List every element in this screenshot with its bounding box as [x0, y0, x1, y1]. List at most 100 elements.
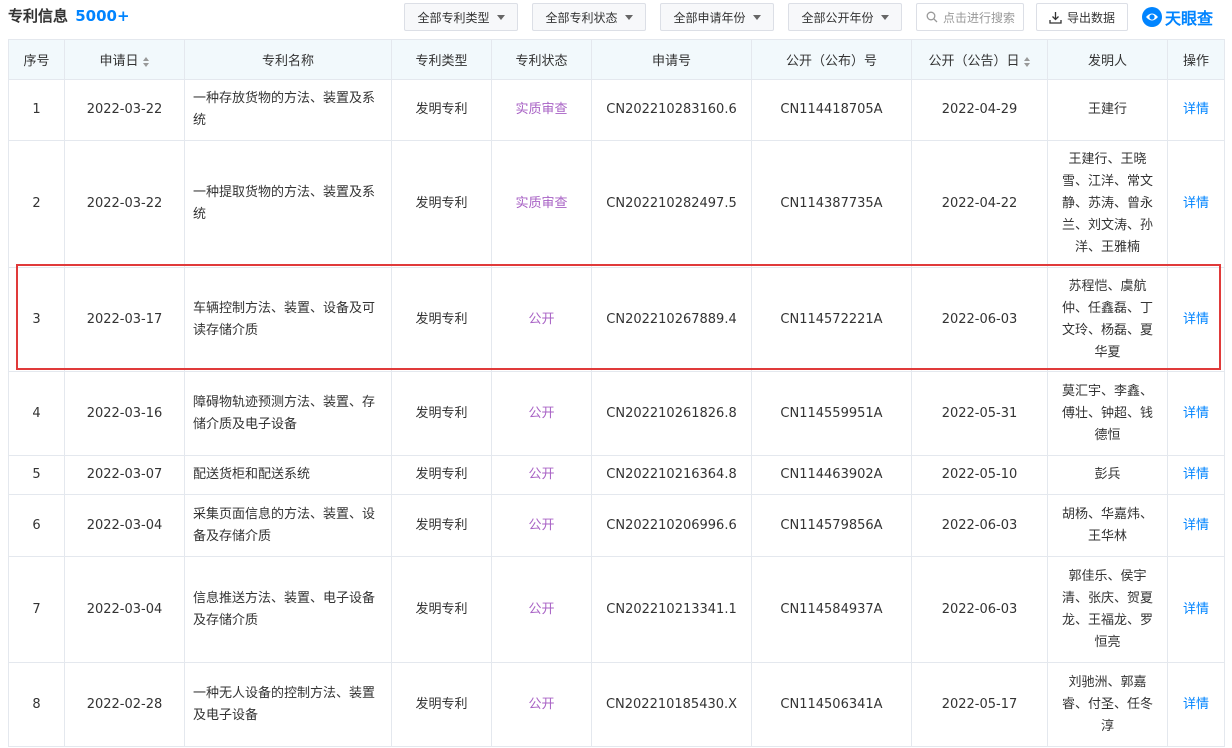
col-publication-date-header[interactable]: 公开（公告）日 — [911, 39, 1048, 80]
table-row: 4 2022-03-16 障碍物轨迹预测方法、装置、存储介质及电子设备 发明专利 公开 C… — [8, 371, 1225, 456]
apply-date-cell: 2022-03-04 — [64, 556, 185, 663]
filter-publish-year[interactable]: 全部公开年份 — [788, 3, 902, 31]
inventors: 王建行 — [1087, 102, 1127, 117]
row-index: 2 — [32, 196, 41, 211]
application-no: CN202210185430.X — [605, 696, 738, 712]
patent-type-cell: 发明专利 — [391, 371, 492, 456]
detail-link-cell: 详情 — [1167, 79, 1225, 141]
export-data-label: 导出数据 — [1066, 10, 1115, 25]
apply-date-cell: 2022-02-28 — [64, 662, 185, 747]
apply-date-cell: 2022-03-07 — [64, 455, 185, 495]
detail-link-cell: 详情 — [1167, 455, 1225, 495]
detail-link[interactable]: 详情 — [1183, 196, 1209, 211]
publication-date-cell: 2022-04-29 — [911, 79, 1048, 141]
table-row: 8 2022-02-28 一种无人设备的控制方法、装置及电子设备 发明专利 公开 CN20… — [8, 662, 1225, 747]
section-title: 专利信息 5000+ — [8, 5, 130, 26]
detail-link-cell: 详情 — [1167, 556, 1225, 663]
patent-name: 采集页面信息的方法、装置、设备及存储介质 — [193, 506, 376, 544]
apply-date: 2022-03-04 — [86, 601, 163, 617]
patent-table: 序号 申请日 专利名称 专利类型 专利状态 申请号 公开（公布）号 公开（公告）日 发明人 操作 … — [8, 39, 1225, 747]
row-index-cell: 5 — [8, 455, 65, 495]
patent-type-cell: 发明专利 — [391, 455, 492, 495]
detail-link[interactable]: 详情 — [1183, 406, 1209, 421]
patent-status: 公开 — [528, 405, 555, 421]
apply-date: 2022-03-07 — [86, 467, 163, 482]
publication-date: 2022-06-03 — [941, 517, 1018, 533]
publication-no: CN114559951A — [780, 405, 883, 421]
detail-link[interactable]: 详情 — [1183, 102, 1209, 117]
row-index: 8 — [32, 696, 41, 712]
publication-no: CN114506341A — [780, 696, 883, 712]
patent-name-cell: 一种存放货物的方法、装置及系统 — [184, 79, 392, 141]
table-body: 1 2022-03-22 一种存放货物的方法、装置及系统发明专利 实质审查 CN2022… — [8, 79, 1225, 747]
publication-date: 2022-06-03 — [941, 311, 1018, 327]
col-patent-type-header: 专利类型 — [391, 39, 492, 80]
patent-type: 发明专利 — [415, 601, 468, 617]
col-index-header: 序号 — [8, 39, 65, 80]
caret-down-icon — [752, 14, 761, 20]
table-row: 1 2022-03-22 一种存放货物的方法、装置及系统 发明专利 实质审查 CN2022… — [8, 79, 1225, 141]
detail-link[interactable]: 详情 — [1183, 697, 1209, 712]
sort-icon[interactable] — [1023, 56, 1031, 67]
patent-status-cell: 实质审查 — [491, 140, 592, 268]
table-row: 2 2022-03-22 一种提取货物的方法、装置及系统 发明专利 实质审查 CN2022… — [8, 140, 1225, 268]
filter-patent-status[interactable]: 全部专利状态 — [532, 3, 646, 31]
filter-patent-type[interactable]: 全部专利类型 — [404, 3, 518, 31]
publication-no-cell: CN114579856A — [751, 494, 912, 557]
apply-date-cell: 2022-03-04 — [64, 494, 185, 557]
patent-name-cell: 配送货柜和配送系统 — [184, 455, 392, 495]
patent-name: 一种存放货物的方法、装置及系统 — [193, 91, 376, 128]
inventors: 王建行、王晓雪、江洋、常文静、苏涛、曾永兰、刘文涛、孙洋、王雅楠 — [1061, 152, 1153, 255]
row-index-cell: 4 — [8, 371, 65, 456]
publication-date: 2022-05-31 — [941, 405, 1018, 421]
patent-status: 实质审查 — [515, 196, 568, 211]
col-index-label: 序号 — [23, 54, 50, 69]
row-index-cell: 2 — [8, 140, 65, 268]
publication-date-cell: 2022-05-31 — [911, 371, 1048, 456]
application-no-cell: CN202210216364.8 — [591, 455, 752, 495]
patent-type-cell: 发明专利 — [391, 494, 492, 557]
row-index-cell: 3 — [8, 267, 65, 372]
search-input[interactable]: 点击进行搜索 — [916, 3, 1024, 31]
row-index-cell: 6 — [8, 494, 65, 557]
row-index-cell: 1 — [8, 79, 65, 141]
patent-type: 发明专利 — [415, 196, 468, 211]
inventors-cell: 刘驰洲、郭嘉睿、付圣、任冬淳 — [1047, 662, 1168, 747]
eye-logo-icon — [1142, 7, 1162, 27]
inventors: 莫汇宇、李鑫、傅壮、钟超、钱德恒 — [1061, 383, 1153, 443]
apply-date-cell: 2022-03-22 — [64, 140, 185, 268]
detail-link[interactable]: 详情 — [1183, 312, 1209, 327]
patent-status: 公开 — [528, 467, 555, 482]
detail-link[interactable]: 详情 — [1183, 467, 1209, 482]
patent-status: 公开 — [528, 696, 555, 712]
filter-apply-year[interactable]: 全部申请年份 — [660, 3, 774, 31]
col-apply-date-header[interactable]: 申请日 — [64, 39, 185, 80]
apply-date: 2022-03-04 — [86, 517, 163, 533]
detail-link[interactable]: 详情 — [1183, 518, 1209, 533]
row-index-cell: 8 — [8, 662, 65, 747]
patent-type-cell: 发明专利 — [391, 556, 492, 663]
table-row: 7 2022-03-04 信息推送方法、装置、电子设备及存储介质 发明专利 公开 CN20… — [8, 556, 1225, 663]
table-row: 6 2022-03-04 采集页面信息的方法、装置、设备及存储介质 发明专利 公开 CN2… — [8, 494, 1225, 557]
publication-no-cell: CN114387735A — [751, 140, 912, 268]
application-no-cell: CN202210206996.6 — [591, 494, 752, 557]
publication-no-cell: CN114572221A — [751, 267, 912, 372]
detail-link[interactable]: 详情 — [1183, 602, 1209, 617]
export-data-button[interactable]: 导出数据 — [1036, 3, 1128, 31]
application-no: CN202210213341.1 — [606, 601, 737, 617]
patent-status: 公开 — [528, 601, 555, 617]
detail-link-cell: 详情 — [1167, 371, 1225, 456]
publication-no: CN114387735A — [780, 196, 883, 211]
inventors: 郭佳乐、侯宇清、张庆、贺夏龙、王福龙、罗恒亮 — [1061, 568, 1153, 650]
publication-date: 2022-06-03 — [941, 601, 1018, 617]
row-index: 6 — [32, 517, 41, 533]
publication-date-cell: 2022-05-10 — [911, 455, 1048, 495]
patent-type: 发明专利 — [415, 696, 468, 712]
row-index: 3 — [32, 311, 41, 327]
apply-date: 2022-03-16 — [86, 405, 163, 421]
col-application-no-header: 申请号 — [591, 39, 752, 80]
sort-icon[interactable] — [142, 56, 150, 67]
patent-name: 一种提取货物的方法、装置及系统 — [193, 185, 376, 222]
application-no: CN202210283160.6 — [606, 102, 737, 117]
col-patent-status-header: 专利状态 — [491, 39, 592, 80]
